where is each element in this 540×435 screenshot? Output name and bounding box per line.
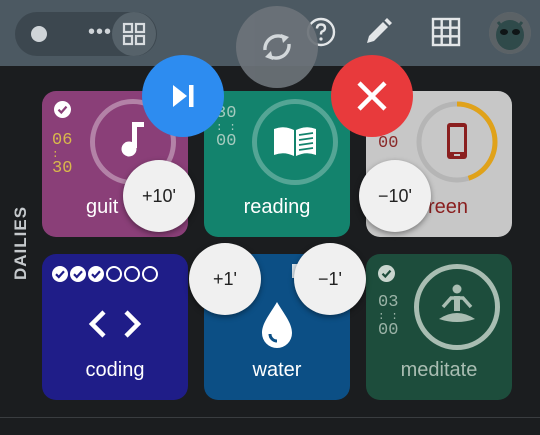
habit-tile-coding[interactable]: coding (42, 254, 188, 400)
timer: 03 : : 00 (378, 293, 399, 340)
check-icon (378, 265, 395, 282)
skip-next-icon (173, 85, 194, 107)
tile-name: meditate (400, 359, 478, 381)
tile-name: water (252, 359, 302, 381)
habit-tile-meditate[interactable]: 03 : : 00 meditate (366, 254, 512, 400)
tile-name: reen (428, 196, 469, 218)
subtract-10-min-button[interactable]: −10' (359, 160, 431, 232)
code-icon (88, 310, 142, 338)
more-horiz-icon[interactable]: ••• (88, 21, 112, 44)
habit-tile-reading[interactable]: 30 : : 00 reading (204, 91, 350, 237)
check-done-icon (52, 266, 68, 282)
divider (0, 417, 540, 418)
skip-button[interactable] (142, 55, 224, 137)
avatar-icon[interactable] (489, 12, 531, 54)
check-row (52, 266, 160, 284)
check-icon (54, 101, 71, 118)
meditate-icon (414, 264, 500, 350)
add-1-min-button[interactable]: +1' (189, 243, 261, 315)
phone-icon (447, 123, 467, 159)
close-icon (357, 81, 387, 111)
dot-icon[interactable] (31, 26, 47, 42)
add-10-min-button[interactable]: +10' (123, 160, 195, 232)
sync-icon (263, 34, 291, 60)
check-empty-icon (124, 266, 140, 282)
progress-ring (416, 101, 498, 183)
grid-view-icon[interactable] (112, 12, 156, 56)
mode-pill[interactable]: ••• (15, 12, 157, 56)
timer: 00 (378, 134, 399, 153)
check-done-icon (70, 266, 86, 282)
book-icon (252, 99, 338, 185)
water-drop-icon (262, 302, 292, 348)
tile-name: reading (243, 196, 311, 218)
check-empty-icon (142, 266, 158, 282)
apps-grid-icon[interactable] (430, 16, 462, 53)
timer: 06 : 30 (52, 131, 73, 178)
check-empty-icon (106, 266, 122, 282)
edit-icon[interactable] (363, 16, 393, 53)
section-label: DAILIES (11, 205, 30, 280)
close-button[interactable] (331, 55, 413, 137)
check-done-icon (88, 266, 104, 282)
sync-button[interactable] (236, 6, 318, 88)
tile-name: coding (85, 359, 145, 381)
subtract-1-min-button[interactable]: −1' (294, 243, 366, 315)
